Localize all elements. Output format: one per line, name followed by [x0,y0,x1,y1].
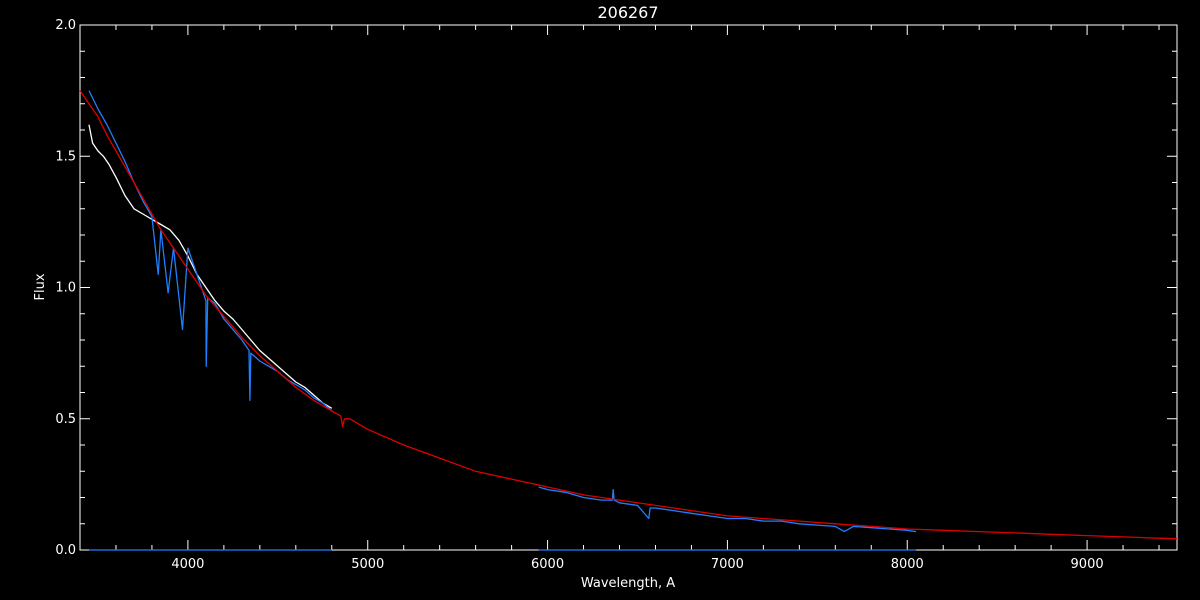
spectrum-chart: 4000 5000 6000 7000 8000 90000.00.51.01.52.0 … [33,3,1178,591]
ticks-layer: 4000 5000 6000 7000 8000 9000 0.0 0.5 1.0 1.5 2.0 [55,18,1177,572]
x-axis-label: Wavelength, A [581,576,675,591]
x-tick-label: 7000 [711,557,744,572]
y-tick-label: 2.0 [55,18,76,33]
x-tick-label: 4000 [171,557,204,572]
y-tick-label: 0.0 [55,543,76,558]
y-tick-label: 1.0 [55,281,76,296]
plot-frame [79,24,1178,551]
y-tick-label: 1.5 [55,149,76,164]
x-tick-label: 5000 [351,557,384,572]
x-tick-label: 8000 [891,557,924,572]
y-tick-label: 0.5 [55,412,76,427]
spectrum-series-3 [79,90,1178,540]
spectrum-series-1 [88,90,333,412]
x-tick-label: 9000 [1071,557,1104,572]
series-layer [79,90,1178,551]
x-tick-label: 6000 [531,557,564,572]
chart-title: 206267 [597,3,658,22]
y-axis-label: Flux [33,273,48,300]
